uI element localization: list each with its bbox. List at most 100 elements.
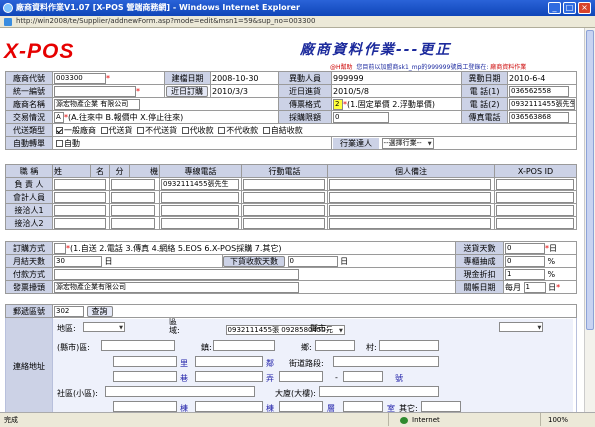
vendor-name-label: 廠商名稱 — [5, 97, 53, 111]
tax-id-input[interactable] — [54, 85, 136, 97]
contact-note-input[interactable] — [329, 204, 491, 216]
closing-day-input[interactable]: 1 — [523, 281, 546, 293]
row-role: 接洽人2 — [5, 216, 53, 230]
agent-option-1-label: 代送貨 — [108, 125, 133, 135]
doc-format-input[interactable]: 2 — [333, 98, 343, 110]
recent-purchase: 2010/5/8 — [331, 84, 462, 98]
header-phone: 專線電話 — [159, 164, 242, 178]
contact-phone-input[interactable] — [161, 204, 239, 216]
contact-ext-input[interactable] — [111, 178, 155, 190]
purchase-limit-input[interactable]: 0 — [333, 111, 389, 123]
agent-option-5-checkbox[interactable] — [262, 126, 270, 134]
alley-input[interactable] — [195, 370, 263, 382]
block-label: 棟 — [180, 403, 188, 413]
street-input[interactable] — [333, 355, 439, 367]
table-row: 會計人員 — [5, 190, 577, 204]
invoice-input[interactable]: 源宏物產企業有限公司 — [54, 281, 299, 293]
agent-option-1-checkbox[interactable] — [100, 126, 108, 134]
contact-note-input[interactable] — [329, 217, 491, 229]
postal-lookup-button[interactable]: 查詢 — [86, 305, 113, 317]
contact-mobile-input[interactable] — [243, 191, 325, 203]
zoom-text[interactable]: 100% — [548, 413, 568, 427]
li-input[interactable] — [113, 355, 177, 367]
maximize-button[interactable]: □ — [563, 2, 576, 14]
recent-order-button[interactable]: 近日訂購 — [166, 85, 208, 97]
contact-ext-input[interactable] — [111, 191, 155, 203]
contact-ext-input[interactable] — [111, 204, 155, 216]
county-select[interactable] — [499, 321, 544, 333]
row-role: 接洽人1 — [5, 203, 53, 217]
contact-xpos-id-input[interactable] — [496, 178, 574, 190]
close-button[interactable]: × — [578, 2, 591, 14]
town-input[interactable] — [213, 339, 275, 351]
lin-input[interactable] — [195, 355, 263, 367]
contact-note-input[interactable] — [329, 178, 491, 190]
agent-option-4-checkbox[interactable] — [218, 126, 226, 134]
wing-input[interactable] — [195, 400, 263, 412]
room-input[interactable] — [343, 400, 383, 412]
contact-note-input[interactable] — [329, 191, 491, 203]
number-sub-input[interactable] — [343, 370, 383, 382]
community-input[interactable] — [105, 385, 255, 397]
industry-label: 行業達人 — [333, 137, 379, 149]
agent-type-label: 代送類型 — [5, 123, 53, 137]
agent-option-0-checkbox[interactable] — [56, 126, 63, 134]
minimize-button[interactable]: _ — [548, 2, 561, 14]
delivery-days-input[interactable]: 0 — [505, 242, 545, 254]
phone1-input[interactable]: 036562558 — [509, 85, 569, 97]
address-bar[interactable]: http://win2008/te/Supplier/addnewForm.as… — [0, 16, 595, 28]
vendor-name-input[interactable]: 源宏物產企業 有限公司 — [54, 98, 140, 110]
phone2-input[interactable]: 0932111455張先生 — [509, 98, 575, 110]
city-label: (縣市)區: — [57, 342, 90, 352]
village-input[interactable] — [379, 339, 439, 351]
contact-mobile-input[interactable] — [243, 204, 325, 216]
contact-name-input[interactable] — [54, 191, 106, 203]
vendor-code-input[interactable]: 003300 — [54, 72, 106, 84]
order-collect-button[interactable]: 下貨收款天數 — [223, 255, 285, 267]
payment-input[interactable] — [54, 268, 299, 280]
contact-mobile-input[interactable] — [243, 178, 325, 190]
township-input[interactable] — [315, 339, 355, 351]
contact-phone-input[interactable]: 0932111455張先生 — [161, 178, 239, 190]
contact-name-input[interactable] — [54, 217, 106, 229]
contact-mobile-input[interactable] — [243, 217, 325, 229]
number-input[interactable] — [279, 370, 323, 382]
agent-option-2-checkbox[interactable] — [137, 126, 145, 134]
postal-input[interactable]: 302 — [54, 305, 84, 317]
settle-days-input[interactable]: 30 — [54, 255, 102, 267]
contact-phone-input[interactable] — [161, 217, 239, 229]
scrollbar-thumb[interactable] — [586, 30, 594, 330]
block-input[interactable] — [113, 400, 177, 412]
region-select[interactable] — [83, 321, 125, 333]
floor-input[interactable] — [279, 400, 323, 412]
lane-input[interactable] — [113, 370, 177, 382]
recent-purchase-label: 近日進貨 — [278, 84, 332, 98]
industry-select[interactable]: --選擇行業-- — [381, 137, 434, 149]
fax-input[interactable]: 036563868 — [509, 111, 569, 123]
settle-days-label: 月結天數 — [5, 254, 53, 268]
city-input[interactable] — [101, 339, 175, 351]
township-label: 鄉: — [301, 342, 312, 352]
order-collect-input[interactable]: 0 — [287, 255, 338, 267]
agent-option-3-checkbox[interactable] — [181, 126, 189, 134]
vendor-code-label: 廠商代號 — [5, 71, 53, 85]
order-method-input[interactable] — [54, 242, 66, 254]
contact-phone-input[interactable] — [161, 191, 239, 203]
table-row: 負 責 人 0932111455張先生 — [5, 177, 577, 191]
contact-ext-input[interactable] — [111, 217, 155, 229]
contact-name-input[interactable] — [54, 204, 106, 216]
table-row: 接洽人2 — [5, 216, 577, 230]
cash-discount-input[interactable]: 1 — [505, 268, 545, 280]
commission-input[interactable]: 0 — [505, 255, 545, 267]
contact-name-input[interactable] — [54, 178, 106, 190]
contact-xpos-id-input[interactable] — [496, 204, 574, 216]
building-input[interactable] — [319, 385, 439, 397]
help-link[interactable]: @H幫助 — [330, 64, 353, 71]
auto-transfer-checkbox[interactable] — [56, 139, 63, 147]
contact-xpos-id-input[interactable] — [496, 191, 574, 203]
trade-status-input[interactable]: A — [54, 111, 64, 123]
order-method-label: 訂購方式 — [5, 241, 53, 255]
contact-xpos-id-input[interactable] — [496, 217, 574, 229]
vertical-scrollbar[interactable] — [584, 28, 595, 412]
other-input[interactable] — [421, 400, 461, 412]
